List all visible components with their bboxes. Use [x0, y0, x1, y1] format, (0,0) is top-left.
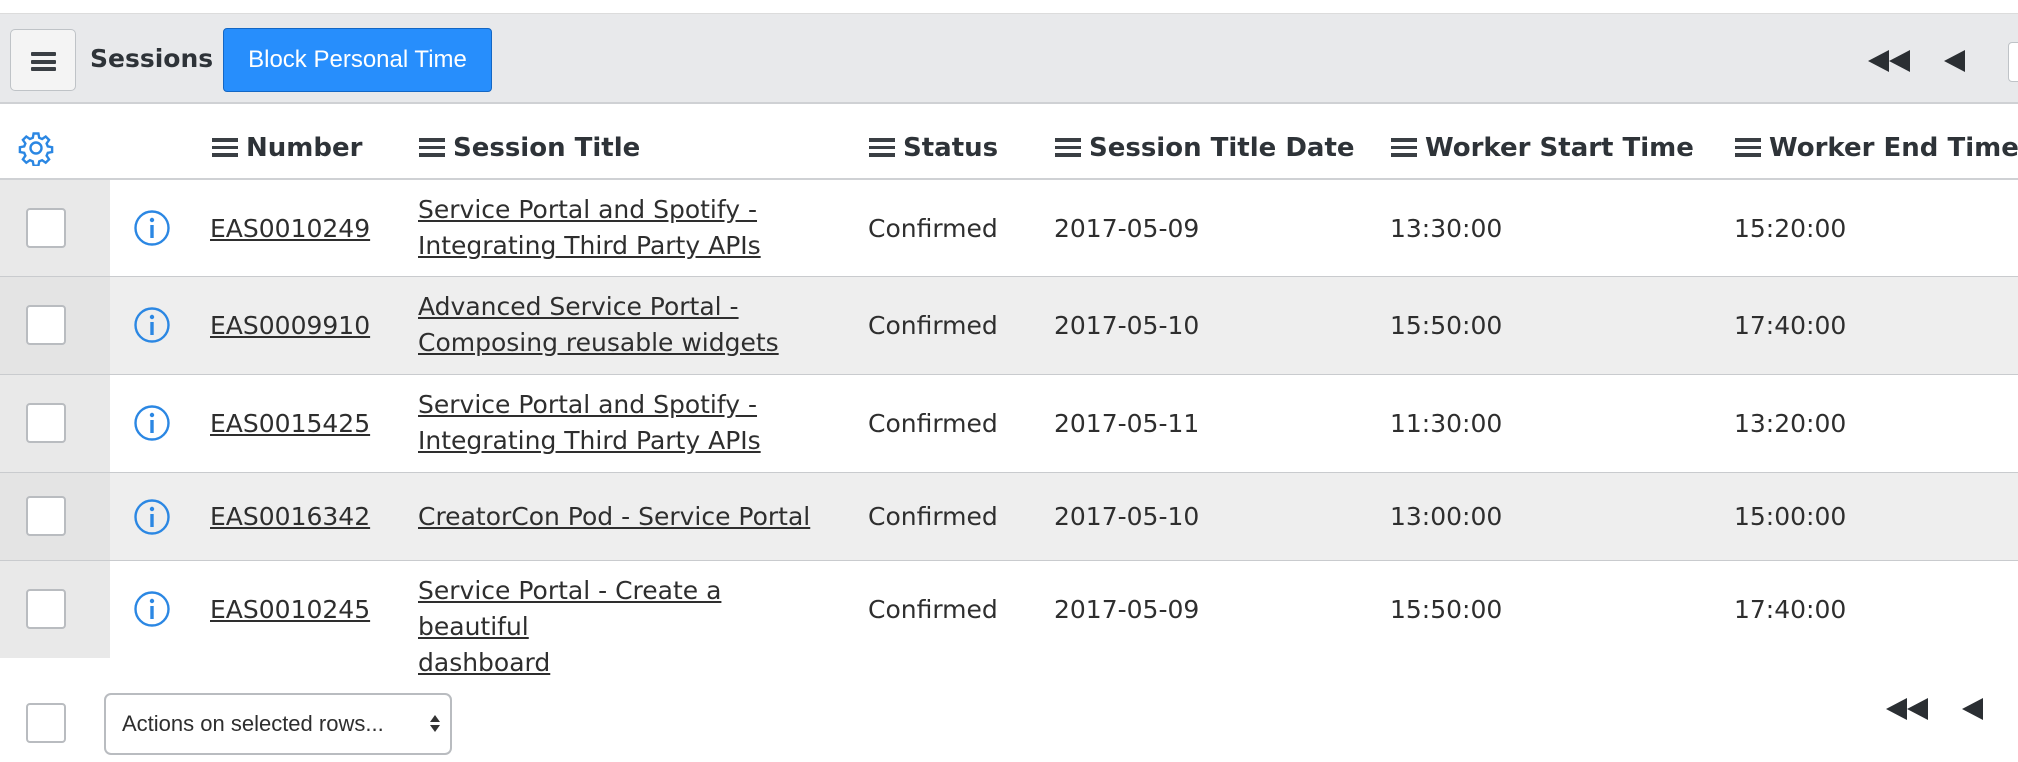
row-number-link[interactable]: EAS0010249: [210, 214, 370, 243]
previous-page-icon: [1944, 50, 1965, 72]
row-status: Confirmed: [868, 595, 998, 624]
row-number-link[interactable]: EAS0015425: [210, 409, 370, 438]
table-row: EAS0009910 Advanced Service Portal - Comp…: [0, 277, 2018, 375]
row-start-time: 15:50:00: [1390, 595, 1503, 624]
row-date: 2017-05-11: [1054, 409, 1200, 438]
column-menu-icon[interactable]: [1055, 138, 1081, 157]
row-select-checkbox[interactable]: [26, 305, 66, 345]
row-start-time: 11:30:00: [1390, 409, 1503, 438]
first-page-icon: [1886, 698, 1907, 720]
info-icon[interactable]: [133, 498, 171, 536]
row-start-time: 13:30:00: [1390, 214, 1503, 243]
actions-on-selected-rows-select[interactable]: Actions on selected rows...: [104, 693, 452, 755]
info-icon[interactable]: [133, 306, 171, 344]
table-row: EAS0010245 Service Portal - Create a bea…: [0, 561, 2018, 677]
info-icon[interactable]: [133, 209, 171, 247]
row-status: Confirmed: [868, 409, 998, 438]
row-status: Confirmed: [868, 214, 998, 243]
column-header-worker-end-time[interactable]: Worker End Time: [1735, 133, 2018, 163]
row-date: 2017-05-09: [1054, 214, 1200, 243]
select-arrows-icon: [430, 715, 440, 735]
previous-page-button[interactable]: [1944, 50, 1965, 76]
column-menu-icon[interactable]: [212, 138, 238, 157]
row-select-checkbox[interactable]: [26, 403, 66, 443]
row-date: 2017-05-10: [1054, 311, 1200, 340]
row-date: 2017-05-10: [1054, 502, 1200, 531]
row-select-checkbox[interactable]: [26, 589, 66, 629]
row-session-title-link[interactable]: CreatorCon Pod - Service Portal: [418, 502, 810, 531]
row-end-time: 15:00:00: [1734, 502, 1847, 531]
column-header-number[interactable]: Number: [212, 133, 362, 163]
info-icon[interactable]: [133, 404, 171, 442]
table-row: EAS0016342 CreatorCon Pod - Service Port…: [0, 473, 2018, 561]
row-end-time: 13:20:00: [1734, 409, 1847, 438]
row-number-link[interactable]: EAS0010245: [210, 595, 370, 624]
column-header-worker-start-time[interactable]: Worker Start Time: [1391, 133, 1694, 163]
row-start-time: 15:50:00: [1390, 311, 1503, 340]
info-icon[interactable]: [133, 590, 171, 628]
previous-page-icon: [1962, 698, 1983, 720]
gear-icon[interactable]: [18, 130, 54, 166]
hamburger-icon: [31, 52, 56, 71]
top-strip: [0, 0, 2018, 14]
select-all-checkbox[interactable]: [26, 703, 66, 743]
table-header: Number Session Title Status Session Titl…: [0, 115, 2018, 180]
column-header-session-title-date[interactable]: Session Title Date: [1055, 133, 1355, 163]
table-row: EAS0010249 Service Portal and Spotify -I…: [0, 180, 2018, 277]
row-select-checkbox[interactable]: [26, 496, 66, 536]
row-session-title-link[interactable]: Service Portal and Spotify - Integrating …: [418, 192, 838, 264]
row-end-time: 17:40:00: [1734, 311, 1847, 340]
row-status: Confirmed: [868, 502, 998, 531]
row-end-time: 17:40:00: [1734, 595, 1847, 624]
list-toolbar: Sessions Block Personal Time: [0, 14, 2018, 104]
column-menu-icon[interactable]: [1735, 138, 1761, 157]
row-number-link[interactable]: EAS0016342: [210, 502, 370, 531]
row-session-title-link[interactable]: Service Portal and Spotify - Integrating …: [418, 387, 838, 459]
row-date: 2017-05-09: [1054, 595, 1200, 624]
table-row: EAS0015425 Service Portal and Spotify -I…: [0, 375, 2018, 473]
column-menu-icon[interactable]: [869, 138, 895, 157]
column-header-session-title[interactable]: Session Title: [419, 133, 640, 163]
row-session-title-link[interactable]: Advanced Service Portal - Composing reusa…: [418, 289, 838, 361]
row-session-title-link[interactable]: Service Portal - Create a beautiful dashb…: [418, 573, 838, 681]
block-personal-time-button[interactable]: Block Personal Time: [223, 28, 492, 92]
column-menu-icon[interactable]: [1391, 138, 1417, 157]
first-page-button[interactable]: [1886, 698, 1928, 724]
list-title: Sessions: [90, 44, 214, 73]
column-header-status[interactable]: Status: [869, 133, 998, 163]
first-page-button[interactable]: [1868, 50, 1910, 76]
row-number-link[interactable]: EAS0009910: [210, 311, 370, 340]
list-context-menu-button[interactable]: [10, 29, 76, 91]
row-start-time: 13:00:00: [1390, 502, 1503, 531]
page-number-input[interactable]: [2008, 42, 2018, 82]
first-page-icon: [1868, 50, 1889, 72]
previous-page-button[interactable]: [1962, 698, 1983, 724]
row-select-checkbox[interactable]: [26, 208, 66, 248]
row-status: Confirmed: [868, 311, 998, 340]
row-end-time: 15:20:00: [1734, 214, 1847, 243]
column-menu-icon[interactable]: [419, 138, 445, 157]
